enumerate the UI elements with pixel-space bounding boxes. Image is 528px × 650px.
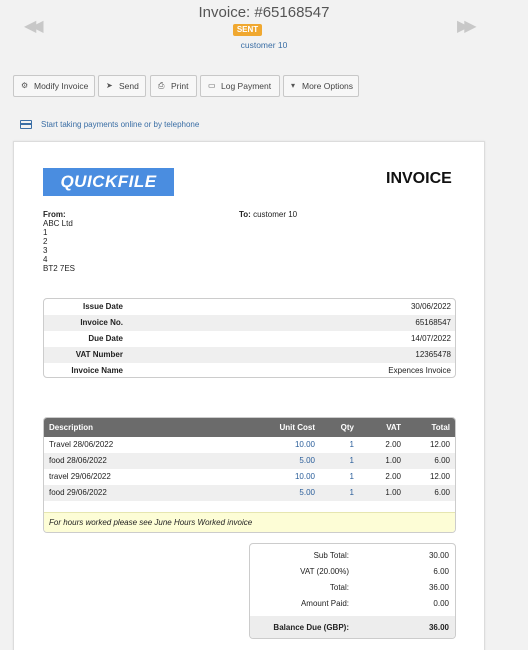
print-button[interactable]: ⎙ Print — [150, 75, 197, 97]
table-row: food 29/06/2022 5.00 1 1.00 6.00 — [44, 485, 455, 501]
table-header: Description Unit Cost Qty VAT Total — [44, 418, 455, 437]
customer-link[interactable]: customer 10 — [0, 40, 528, 50]
send-button[interactable]: ➤ Send — [98, 75, 146, 97]
invoice-meta-table: Issue Date 30/06/2022 Invoice No. 651685… — [43, 298, 456, 378]
table-row: Travel 28/06/2022 10.00 1 2.00 12.00 — [49, 440, 450, 449]
to-customer: customer 10 — [253, 210, 298, 219]
vat-row: VAT (20.00%) 6.00 — [300, 567, 449, 576]
amount-paid-row: Amount Paid: 0.00 — [300, 599, 449, 608]
from-line: BT2 7ES — [43, 264, 76, 273]
totals-table: Sub Total: 30.00 VAT (20.00%) 6.00 Total… — [249, 543, 456, 639]
meta-row-vat-number: VAT Number 12365478 — [44, 347, 455, 363]
subtotal-row: Sub Total: 30.00 — [313, 551, 449, 560]
more-options-button[interactable]: ▾ More Options — [283, 75, 359, 97]
line-items-table: Description Unit Cost Qty VAT Total Trav… — [43, 417, 456, 533]
credit-card-icon — [20, 120, 32, 129]
credit-card-icon: ▭ — [208, 81, 216, 90]
from-line: 4 — [43, 255, 48, 264]
meta-row-invoice-no: Invoice No. 65168547 — [44, 315, 455, 331]
invoice-header: ◀◀ Invoice: #65168547 ▶▶ SENT customer 1… — [0, 0, 528, 60]
meta-row-due-date: Due Date 14/07/2022 — [88, 334, 451, 343]
gear-icon: ⚙ — [21, 81, 29, 90]
quickfile-logo: QUICKFILE — [43, 168, 174, 196]
invoice-document: QUICKFILE INVOICE From: ABC Ltd 1 2 3 4 … — [13, 141, 485, 650]
printer-icon: ⎙ — [158, 81, 165, 90]
status-badge: SENT — [233, 24, 262, 36]
meta-row-issue-date: Issue Date 30/06/2022 — [82, 302, 451, 311]
caret-down-icon: ▾ — [291, 81, 296, 90]
to-address: To: customer 10 — [239, 210, 298, 219]
balance-due-row: Balance Due (GBP): 36.00 — [250, 616, 455, 638]
total-row: Total: 36.00 — [329, 583, 449, 592]
table-row: travel 29/06/2022 10.00 1 2.00 12.00 — [49, 472, 450, 481]
log-payment-button[interactable]: ▭ Log Payment — [200, 75, 280, 97]
modify-invoice-button[interactable]: ⚙ Modify Invoice — [13, 75, 95, 97]
next-invoice-icon[interactable]: ▶▶ — [457, 16, 476, 36]
from-line: 2 — [43, 237, 48, 246]
page-title: Invoice: #65168547 — [198, 4, 330, 21]
from-line: ABC Ltd — [43, 219, 73, 228]
paper-plane-icon: ➤ — [106, 81, 113, 90]
table-row: food 28/06/2022 5.00 1 1.00 6.00 — [44, 453, 455, 469]
invoice-heading: INVOICE — [386, 170, 452, 187]
from-line: 1 — [43, 228, 48, 237]
from-address: From: ABC Ltd 1 2 3 4 BT2 7ES — [43, 210, 76, 273]
meta-row-invoice-name: Invoice Name Expences Invoice — [71, 366, 451, 375]
from-line: 3 — [43, 246, 48, 255]
items-note: For hours worked please see June Hours W… — [44, 512, 455, 532]
